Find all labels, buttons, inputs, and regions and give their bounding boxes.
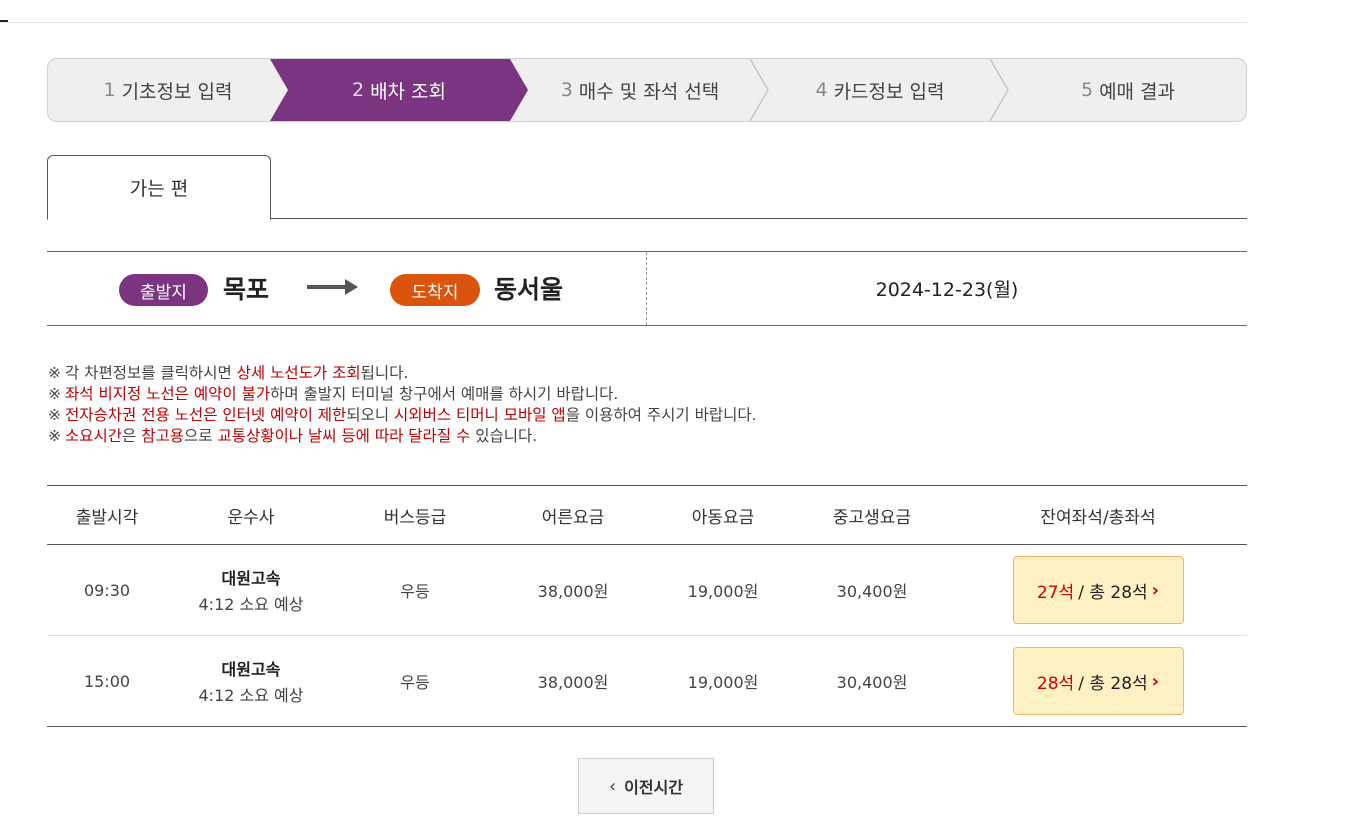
previous-time-button[interactable]: ‹ 이전시간: [578, 758, 714, 814]
notice-mark: ※: [48, 385, 61, 403]
total-seats: / 총 28석: [1078, 673, 1148, 694]
step-number: 5: [1080, 79, 1094, 101]
select-seat-button[interactable]: 27석 / 총 28석 ›: [1012, 556, 1184, 624]
travel-date: 2024-12-23(월): [875, 279, 1019, 301]
header-departure-time: 출발시각: [47, 485, 167, 545]
step-label: 카드정보 입력: [833, 80, 945, 103]
bus-grade: 우등: [335, 544, 495, 636]
child-fare: 19,000원: [651, 635, 795, 727]
step-separator-icon: [749, 59, 769, 121]
notice-list: ※ 각 차편정보를 클릭하시면 상세 노선도가 조회됩니다. ※ 좌석 비지정 노선은…: [48, 363, 757, 447]
departure-time: 09:30: [47, 544, 167, 636]
step-number: 3: [560, 79, 573, 101]
notice-mark: ※: [48, 427, 61, 445]
header-company: 운수사: [167, 485, 335, 545]
child-fare: 19,000원: [651, 544, 795, 636]
table-row[interactable]: 09:30 대원고속 4:12 소요 예상 우등 38,000원 19,000원…: [47, 544, 1247, 636]
table-header-row: 출발시각 운수사 버스등급 어른요금 아동요금 중고생요금 잔여좌석/총좌석: [47, 485, 1247, 545]
notice-text: 각 차편정보를 클릭하시면: [65, 364, 237, 382]
adult-fare: 38,000원: [495, 544, 651, 636]
student-fare: 30,400원: [795, 635, 949, 727]
notice-highlight: 좌석 비지정 노선은 예약이 불가: [65, 385, 271, 403]
arrow-right-icon: [307, 279, 358, 295]
notice-line: ※ 각 차편정보를 클릭하시면 상세 노선도가 조회됩니다.: [48, 363, 757, 384]
notice-text: 을 이용하여 주시기 바랍니다.: [565, 406, 757, 424]
notice-mark: ※: [48, 364, 61, 382]
departure-city: 목포: [223, 275, 270, 304]
header-student-fare: 중고생요금: [795, 485, 949, 545]
company-cell: 대원고속 4:12 소요 예상: [167, 635, 335, 727]
booking-steps: 1 기초정보 입력 2 배차 조회 3 매수 및 좌석 선택 4 카드정보 입력…: [47, 58, 1247, 122]
step-number: 4: [815, 79, 828, 101]
previous-time-label: 이전시간: [624, 778, 684, 797]
adult-fare: 38,000원: [495, 635, 651, 727]
route-summary: 출발지 목포 도착지 동서울 2024-12-23(월): [47, 251, 1247, 326]
notice-text: 으로: [184, 427, 218, 445]
arrival-badge: 도착지: [390, 274, 480, 306]
remaining-seats: 28석: [1036, 673, 1075, 694]
notice-highlight: 시외버스 티머니 모바일 앱: [394, 406, 566, 424]
bus-grade: 우등: [335, 635, 495, 727]
step-5: 5 예매 결과: [1010, 59, 1246, 121]
notice-highlight: 소요시간: [65, 427, 123, 445]
duration: 4:12 소요 예상: [198, 595, 304, 614]
notice-line: ※ 좌석 비지정 노선은 예약이 불가하며 출발지 터미널 창구에서 예매를 하시…: [48, 384, 757, 405]
notice-text: 하며 출발지 터미널 창구에서 예매를 하시기 바랍니다.: [270, 385, 619, 403]
schedule-table: 출발시각 운수사 버스등급 어른요금 아동요금 중고생요금 잔여좌석/총좌석 0…: [47, 485, 1247, 727]
departure-badge: 출발지: [119, 274, 208, 306]
notice-highlight: 전자승차권 전용 노선은 인터넷 예약이 제한: [65, 406, 347, 424]
company-name: 대원고속: [221, 660, 281, 679]
departure-time: 15:00: [47, 635, 167, 727]
step-label: 매수 및 좌석 선택: [578, 80, 720, 103]
step-label: 배차 조회: [370, 80, 447, 103]
table-row[interactable]: 15:00 대원고속 4:12 소요 예상 우등 38,000원 19,000원…: [47, 635, 1247, 727]
notice-highlight: 참고용: [141, 427, 185, 445]
notice-highlight: 교통상황이나 날씨 등에 따라 달라질 수: [217, 427, 471, 445]
step-4: 4 카드정보 입력: [770, 59, 990, 121]
notice-text: 되오니: [346, 406, 395, 424]
student-fare: 30,400원: [795, 544, 949, 636]
step-separator-icon: [989, 59, 1009, 121]
header-bus-grade: 버스등급: [335, 485, 495, 545]
total-seats: / 총 28석: [1078, 582, 1148, 603]
step-label: 예매 결과: [1099, 80, 1176, 103]
notice-highlight: 상세 노선도가 조회: [236, 364, 361, 382]
notice-text: 됩니다.: [360, 364, 409, 382]
step-number: 1: [103, 79, 116, 101]
seats-cell: 27석 / 총 28석 ›: [949, 544, 1247, 636]
header-adult-fare: 어른요금: [495, 485, 651, 545]
notice-line: ※ 소요시간은 참고용으로 교통상황이나 날씨 등에 따라 달라질 수 있습니다.: [48, 426, 757, 447]
chevron-right-icon: ›: [1151, 670, 1160, 692]
duration: 4:12 소요 예상: [198, 686, 304, 705]
top-divider: [0, 22, 1247, 23]
chevron-right-icon: ›: [1151, 579, 1160, 601]
arrival-city: 동서울: [494, 275, 564, 304]
chevron-left-icon: ‹: [608, 775, 617, 797]
header-child-fare: 아동요금: [651, 485, 795, 545]
remaining-seats: 27석: [1036, 582, 1075, 603]
tab-label: 가는 편: [129, 178, 189, 200]
step-number: 2: [351, 79, 365, 101]
step-label: 기초정보 입력: [121, 80, 233, 103]
notice-mark: ※: [48, 406, 61, 424]
header-seats: 잔여좌석/총좌석: [949, 485, 1247, 545]
company-name: 대원고속: [221, 569, 281, 588]
step-3: 3 매수 및 좌석 선택: [530, 59, 750, 121]
step-2: 2 배차 조회: [288, 59, 510, 121]
notice-text: 있습니다.: [470, 427, 538, 445]
notice-text: 은: [122, 427, 142, 445]
select-seat-button[interactable]: 28석 / 총 28석 ›: [1012, 647, 1184, 715]
tab-outbound[interactable]: 가는 편: [47, 155, 271, 220]
seats-cell: 28석 / 총 28석 ›: [949, 635, 1247, 727]
notice-line: ※ 전자승차권 전용 노선은 인터넷 예약이 제한되오니 시외버스 티머니 모바일…: [48, 405, 757, 426]
step-1: 1 기초정보 입력: [48, 59, 288, 121]
company-cell: 대원고속 4:12 소요 예상: [167, 544, 335, 636]
